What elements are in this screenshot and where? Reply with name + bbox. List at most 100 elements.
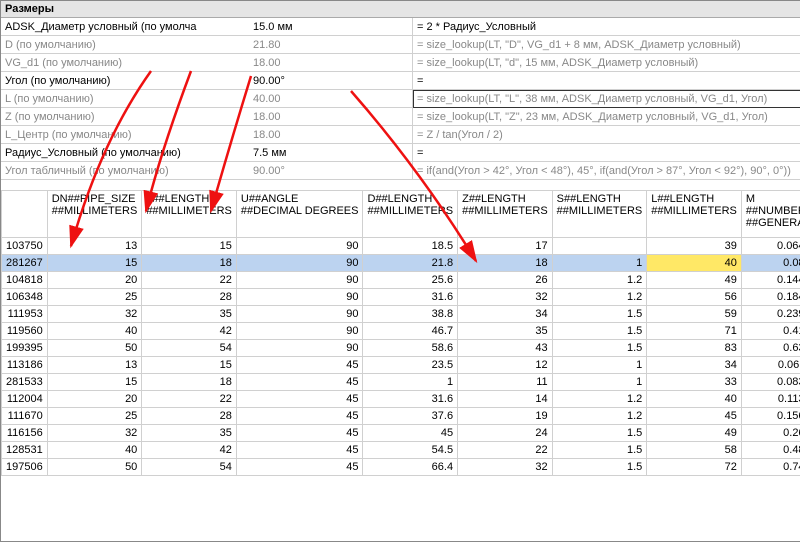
cell[interactable]: 0.266: [741, 425, 800, 442]
cell[interactable]: 1.5: [552, 442, 647, 459]
cell[interactable]: 1.2: [552, 289, 647, 306]
cell[interactable]: 72: [647, 459, 742, 476]
cell[interactable]: 0.741: [741, 459, 800, 476]
cell[interactable]: 18.5: [363, 238, 458, 255]
cell[interactable]: 1.2: [552, 391, 647, 408]
table-row[interactable]: 10634825289031.6321.2560.1843Отвод 90°От…: [2, 289, 800, 306]
cell[interactable]: 1.5: [552, 323, 647, 340]
property-row[interactable]: Z (по умолчанию)18.00= size_lookup(LT, "…: [1, 108, 800, 126]
cell[interactable]: 71: [647, 323, 742, 340]
property-value[interactable]: 15.0 мм: [249, 18, 413, 36]
cell[interactable]: 32: [47, 425, 142, 442]
table-row[interactable]: 11195332359038.8341.5590.2393Отвод 90°От…: [2, 306, 800, 323]
cell[interactable]: 42: [142, 442, 237, 459]
property-grid[interactable]: ADSK_Диаметр условный (по умолча15.0 мм=…: [1, 18, 800, 180]
cell[interactable]: 40: [647, 255, 742, 272]
property-value[interactable]: 18.00: [249, 108, 413, 126]
cell[interactable]: 0.414: [741, 323, 800, 340]
property-formula[interactable]: = size_lookup(LT, "D", VG_d1 + 8 мм, ADS…: [413, 36, 800, 54]
property-row[interactable]: D (по умолчанию)21.80= size_lookup(LT, "…: [1, 36, 800, 54]
property-formula[interactable]: = if(and(Угол > 42°, Угол < 48°), 45°, i…: [413, 162, 800, 180]
property-formula[interactable]: = size_lookup(LT, "d", 15 мм, ADSK_Диаме…: [413, 54, 800, 72]
table-row[interactable]: 11318613154523.5121340.0611Отвод 45°Отво…: [2, 357, 800, 374]
cell[interactable]: 45: [236, 459, 363, 476]
cell[interactable]: 1: [552, 255, 647, 272]
cell[interactable]: 35: [142, 425, 237, 442]
cell[interactable]: 25: [47, 408, 142, 425]
property-value[interactable]: 90.00°: [249, 162, 413, 180]
cell[interactable]: 1.2: [552, 408, 647, 425]
table-row[interactable]: 11200420224531.6141.2400.1135Отвод 45°От…: [2, 391, 800, 408]
cell[interactable]: 54: [142, 459, 237, 476]
cell[interactable]: 31.6: [363, 289, 458, 306]
cell[interactable]: 54.5: [363, 442, 458, 459]
property-formula[interactable]: =: [413, 144, 800, 162]
column-header[interactable]: L##LENGTH##MILLIMETERS: [647, 191, 742, 238]
property-value[interactable]: 21.80: [249, 36, 413, 54]
cell[interactable]: 42: [142, 323, 237, 340]
cell[interactable]: 11: [458, 374, 553, 391]
lookup-table-wrap[interactable]: DN##PIPE_SIZE##MILLIMETERSd##LENGTH##MIL…: [1, 190, 800, 476]
cell[interactable]: 1.5: [552, 459, 647, 476]
cell[interactable]: 15: [142, 357, 237, 374]
cell[interactable]: 23.5: [363, 357, 458, 374]
cell[interactable]: 33: [647, 374, 742, 391]
cell[interactable]: 0.0644: [741, 238, 800, 255]
cell[interactable]: 13: [47, 238, 142, 255]
table-row[interactable]: 19939550549058.6431.5830.635Отвод 90°Отв…: [2, 340, 800, 357]
cell[interactable]: 0.635: [741, 340, 800, 357]
cell[interactable]: 43: [458, 340, 553, 357]
cell[interactable]: 0.2393: [741, 306, 800, 323]
cell[interactable]: 45: [647, 408, 742, 425]
cell[interactable]: 0.0611: [741, 357, 800, 374]
table-row[interactable]: 19750650544566.4321.5720.741Отвод 45°Отв…: [2, 459, 800, 476]
property-row[interactable]: VG_d1 (по умолчанию)18.00= size_lookup(L…: [1, 54, 800, 72]
property-row[interactable]: ADSK_Диаметр условный (по умолча15.0 мм=…: [1, 18, 800, 36]
cell[interactable]: 56: [647, 289, 742, 306]
cell[interactable]: 34: [647, 357, 742, 374]
cell[interactable]: 49: [647, 272, 742, 289]
cell[interactable]: 18: [142, 255, 237, 272]
property-value[interactable]: 7.5 мм: [249, 144, 413, 162]
cell[interactable]: 32: [458, 289, 553, 306]
table-row[interactable]: 11167025284537.6191.2450.1563Отвод 45°От…: [2, 408, 800, 425]
cell[interactable]: 90: [236, 255, 363, 272]
cell[interactable]: 31.6: [363, 391, 458, 408]
cell[interactable]: 34: [458, 306, 553, 323]
cell[interactable]: 59: [647, 306, 742, 323]
cell[interactable]: 45: [236, 425, 363, 442]
cell[interactable]: 39: [647, 238, 742, 255]
cell[interactable]: 20: [47, 391, 142, 408]
cell[interactable]: 13: [47, 357, 142, 374]
cell[interactable]: 0.0834: [741, 374, 800, 391]
property-formula[interactable]: = 2 * Радиус_Условный: [413, 18, 800, 36]
cell[interactable]: 90: [236, 323, 363, 340]
property-value[interactable]: 40.00: [249, 90, 413, 108]
cell[interactable]: 58.6: [363, 340, 458, 357]
column-header[interactable]: M##NUMBER##GENERAL: [741, 191, 800, 238]
property-formula[interactable]: = size_lookup(LT, "L", 38 мм, ADSK_Диаме…: [413, 90, 800, 108]
cell[interactable]: 49: [647, 425, 742, 442]
cell[interactable]: 66.4: [363, 459, 458, 476]
cell[interactable]: 20: [47, 272, 142, 289]
cell[interactable]: 45: [236, 442, 363, 459]
column-header[interactable]: Z##LENGTH##MILLIMETERS: [458, 191, 553, 238]
cell[interactable]: 21.8: [363, 255, 458, 272]
cell[interactable]: 40: [47, 442, 142, 459]
column-header[interactable]: U##ANGLE##DECIMAL DEGREES: [236, 191, 363, 238]
cell[interactable]: 0.1441: [741, 272, 800, 289]
cell[interactable]: 0.1563: [741, 408, 800, 425]
cell[interactable]: 32: [458, 459, 553, 476]
cell[interactable]: 40: [647, 391, 742, 408]
lookup-table[interactable]: DN##PIPE_SIZE##MILLIMETERSd##LENGTH##MIL…: [1, 190, 800, 476]
cell[interactable]: 22: [142, 391, 237, 408]
cell[interactable]: 90: [236, 289, 363, 306]
cell[interactable]: 15: [142, 238, 237, 255]
cell[interactable]: 90: [236, 238, 363, 255]
cell[interactable]: 32: [47, 306, 142, 323]
cell[interactable]: 25: [47, 289, 142, 306]
cell[interactable]: 45: [236, 374, 363, 391]
cell[interactable]: 50: [47, 459, 142, 476]
cell[interactable]: 38.8: [363, 306, 458, 323]
cell[interactable]: 83: [647, 340, 742, 357]
